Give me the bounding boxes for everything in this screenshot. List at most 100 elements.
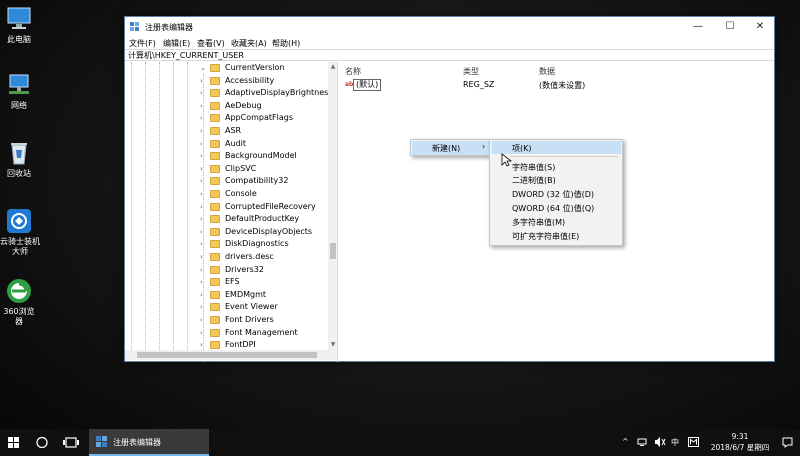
- column-header-name[interactable]: 名称: [345, 66, 361, 77]
- chevron-right-icon[interactable]: ›: [200, 100, 206, 113]
- keyboard-icon[interactable]: [688, 437, 699, 449]
- tree-item[interactable]: › ASR: [200, 125, 330, 138]
- tree-item[interactable]: › AppCompatFlags: [200, 112, 330, 125]
- clock-time: 9:31: [731, 432, 749, 441]
- tree-item[interactable]: › Audit: [200, 138, 330, 151]
- tree-item[interactable]: › BackgroundModel: [200, 150, 330, 163]
- tree-vertical-scrollbar[interactable]: ▲ ▼: [328, 62, 337, 350]
- chevron-right-icon[interactable]: ›: [200, 163, 206, 176]
- chevron-right-icon[interactable]: ›: [200, 213, 206, 226]
- maximize-button[interactable]: ☐: [715, 17, 745, 37]
- tree-item[interactable]: › DiskDiagnostics: [200, 238, 330, 251]
- scroll-thumb[interactable]: [330, 243, 336, 259]
- address-bar[interactable]: 计算机\HKEY_CURRENT_USER: [125, 49, 774, 61]
- volume-icon[interactable]: [654, 437, 666, 449]
- tree-item[interactable]: › AdaptiveDisplayBrightness: [200, 87, 333, 100]
- tree-item[interactable]: › DeviceDisplayObjects: [200, 226, 330, 239]
- submenu-item-binary-value[interactable]: 二进制值(B): [492, 173, 621, 186]
- scroll-down-icon[interactable]: ▼: [328, 340, 337, 350]
- submenu-item-key[interactable]: 项(K): [492, 141, 621, 154]
- tree-item[interactable]: › drivers.desc: [200, 251, 330, 264]
- submenu-item-qword-value[interactable]: QWORD (64 位)值(Q): [492, 201, 621, 214]
- chevron-right-icon[interactable]: ›: [200, 276, 206, 289]
- tree-item[interactable]: › ClipSVC: [200, 163, 330, 176]
- tree-item[interactable]: › Accessibility: [200, 75, 330, 88]
- desktop-icon-this-pc[interactable]: 此电脑: [0, 6, 38, 45]
- submenu-item-dword-value[interactable]: DWORD (32 位)值(D): [492, 187, 621, 200]
- chevron-right-icon[interactable]: ›: [200, 264, 206, 277]
- value-row[interactable]: ab (默认) REG_SZ (数值未设置): [339, 79, 774, 91]
- title-bar[interactable]: 注册表编辑器 — ☐ ✕: [125, 17, 774, 37]
- column-header-data[interactable]: 数据: [539, 66, 555, 77]
- tree-item-label: ASR: [225, 126, 242, 135]
- tree-item[interactable]: › EFS: [200, 276, 330, 289]
- tree-item[interactable]: › Event Viewer: [200, 301, 330, 314]
- key-tree-pane[interactable]: ⌄ CurrentVersion › Accessibility › AdaptiveDi…: [125, 62, 338, 362]
- menu-help[interactable]: 帮助(H): [272, 38, 300, 49]
- tree-item[interactable]: › Console: [200, 188, 330, 201]
- desktop-icon-network[interactable]: 网络: [0, 72, 38, 111]
- chevron-right-icon[interactable]: ›: [200, 150, 206, 163]
- scroll-thumb[interactable]: [137, 352, 317, 358]
- tree-item[interactable]: › DefaultProductKey: [200, 213, 330, 226]
- task-view-button[interactable]: [60, 429, 82, 456]
- chevron-up-icon[interactable]: ^: [622, 437, 629, 446]
- tree-item[interactable]: › AeDebug: [200, 100, 330, 113]
- menu-separator: [510, 156, 618, 157]
- menu-item-new[interactable]: 新建(N) ›: [412, 141, 492, 155]
- chevron-down-icon[interactable]: ⌄: [200, 62, 206, 75]
- chevron-right-icon[interactable]: ›: [200, 138, 206, 151]
- minimize-button[interactable]: —: [683, 17, 713, 37]
- submenu-item-expandable-string-value[interactable]: 可扩充字符串值(E): [492, 229, 621, 242]
- menu-item-label: 新建(N): [432, 144, 461, 153]
- desktop-icon-360-browser[interactable]: 360浏览器: [0, 278, 38, 327]
- column-header-type[interactable]: 类型: [463, 66, 479, 77]
- desktop-icon-recycle-bin[interactable]: 回收站: [0, 140, 38, 179]
- taskbar: 注册表编辑器 ^ 中 9:31 2018/6/7 星期四: [0, 429, 800, 456]
- chevron-right-icon[interactable]: ›: [200, 251, 206, 264]
- chevron-right-icon[interactable]: ›: [200, 327, 206, 340]
- chevron-right-icon[interactable]: ›: [200, 201, 206, 214]
- tree-item-label: Console: [225, 189, 257, 198]
- tree-horizontal-scrollbar[interactable]: [125, 350, 337, 360]
- chevron-right-icon[interactable]: ›: [200, 125, 206, 138]
- clock[interactable]: 9:31 2018/6/7 星期四: [708, 431, 772, 453]
- menu-favorites[interactable]: 收藏夹(A): [231, 38, 267, 49]
- menu-edit[interactable]: 编辑(E): [163, 38, 190, 49]
- tree-item-label: DiskDiagnostics: [225, 239, 289, 249]
- chevron-right-icon[interactable]: ›: [200, 75, 206, 88]
- desktop-icon-label: 360浏览器: [3, 307, 35, 326]
- submenu-item-multi-string-value[interactable]: 多字符串值(M): [492, 215, 621, 228]
- desktop-icon-yunqishi[interactable]: 云骑士装机大师: [0, 208, 40, 257]
- notification-icon[interactable]: [782, 437, 793, 450]
- chevron-right-icon[interactable]: ›: [200, 175, 206, 188]
- cortana-button[interactable]: [32, 429, 52, 456]
- tree-item[interactable]: ⌄ CurrentVersion: [200, 62, 330, 75]
- tree-item[interactable]: › Compatibility32: [200, 175, 330, 188]
- tree-item-label: CorruptedFileRecovery: [225, 201, 316, 211]
- tree-item[interactable]: › Font Management: [200, 327, 330, 340]
- taskbar-app-regedit[interactable]: 注册表编辑器: [89, 429, 209, 456]
- folder-icon: [210, 202, 220, 211]
- chevron-right-icon[interactable]: ›: [200, 226, 206, 239]
- chevron-right-icon[interactable]: ›: [200, 314, 206, 327]
- scroll-up-icon[interactable]: ▲: [328, 62, 337, 72]
- start-button[interactable]: [4, 429, 24, 456]
- folder-icon: [210, 101, 220, 110]
- menu-file[interactable]: 文件(F): [129, 38, 156, 49]
- ime-indicator[interactable]: 中: [671, 437, 679, 448]
- tree-item[interactable]: › Font Drivers: [200, 314, 330, 327]
- network-tray-icon[interactable]: [637, 437, 647, 449]
- tree-guide: [159, 62, 160, 350]
- chevron-right-icon[interactable]: ›: [200, 289, 206, 302]
- chevron-right-icon[interactable]: ›: [200, 238, 206, 251]
- tree-item[interactable]: › EMDMgmt: [200, 289, 330, 302]
- menu-view[interactable]: 查看(V): [197, 38, 225, 49]
- chevron-right-icon[interactable]: ›: [200, 301, 206, 314]
- close-button[interactable]: ✕: [745, 17, 775, 37]
- tree-item[interactable]: › CorruptedFileRecovery: [200, 201, 330, 214]
- tree-item[interactable]: › Drivers32: [200, 264, 330, 277]
- chevron-right-icon[interactable]: ›: [200, 112, 206, 125]
- chevron-right-icon[interactable]: ›: [200, 87, 206, 100]
- chevron-right-icon[interactable]: ›: [200, 188, 206, 201]
